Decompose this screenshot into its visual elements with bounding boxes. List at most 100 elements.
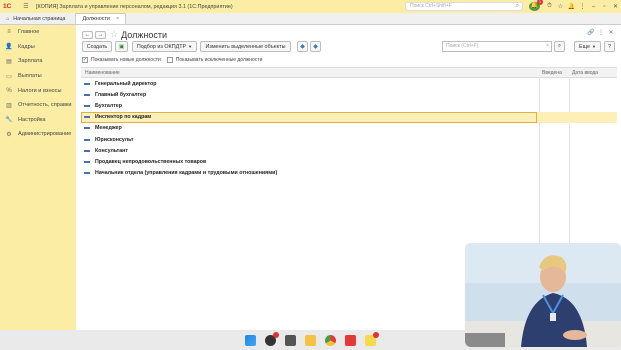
bell-icon[interactable]: 🔔 <box>566 3 577 10</box>
sidebar-item-salary[interactable]: ▤ Зарплата <box>0 54 76 69</box>
app-red-icon[interactable] <box>345 334 356 346</box>
sidebar-item-reports[interactable]: ▥ Отчетность, справки <box>0 98 76 113</box>
list-search-input[interactable]: Поиск (Ctrl+F) × <box>442 41 552 52</box>
more-icon[interactable]: ⋮ <box>596 29 606 36</box>
tab-home[interactable]: ⌂ Начальная страница <box>0 13 72 24</box>
tab-bar: ⌂ Начальная страница Должности × <box>0 13 621 25</box>
table-row[interactable]: Консультант <box>81 145 617 156</box>
clear-search-icon[interactable]: × <box>546 42 549 51</box>
row-name: Главный бухгалтер <box>95 91 147 98</box>
cash-icon: ▭ <box>6 73 12 80</box>
chevron-down-icon: ▼ <box>592 44 596 49</box>
sidebar: ≡ Главное 👤 Кадры ▤ Зарплата ▭ Выплаты % Нало… <box>0 25 76 330</box>
table-row[interactable]: Юрисконсульт <box>81 134 617 145</box>
windows-icon[interactable] <box>245 334 256 346</box>
notifications-icon[interactable]: 🔔 1 <box>529 0 543 11</box>
close-tab-icon[interactable]: × <box>116 16 119 22</box>
column-header-name[interactable]: Наименование <box>85 70 120 76</box>
taskbar-badge <box>273 331 279 338</box>
filters-row: ✓ Показывать новые должности Показывать … <box>82 56 262 64</box>
help-button[interactable]: ? <box>604 41 615 52</box>
okpdtr-button[interactable]: Подбор из ОКПДТР ▼ <box>132 41 197 52</box>
chrome-icon[interactable] <box>325 334 336 346</box>
sidebar-item-administration[interactable]: ⚙ Администрирование <box>0 127 76 142</box>
sidebar-item-personnel[interactable]: 👤 Кадры <box>0 40 76 55</box>
global-search-input[interactable]: Поиск Ctrl+Shift+F ⌕ <box>405 2 523 11</box>
table-row[interactable]: Главный бухгалтер <box>81 89 617 100</box>
app-title: [КОПИЯ] Зарплата и управление персоналом… <box>36 3 233 10</box>
move-up-icon[interactable]: ◆ <box>297 41 308 52</box>
minimize-icon[interactable]: – <box>588 4 599 10</box>
sidebar-item-label: Администрирование <box>18 131 72 138</box>
sidebar-item-main[interactable]: ≡ Главное <box>0 25 76 40</box>
close-icon[interactable]: ✕ <box>610 3 621 10</box>
row-marker-icon <box>84 127 90 130</box>
change-selected-button[interactable]: Изменить выделенные объекты <box>200 41 291 52</box>
row-marker-icon <box>84 93 90 96</box>
table-header: Наименование Введена Дата ввода <box>81 68 617 78</box>
row-marker-icon <box>84 82 90 85</box>
search-icon: ⌕ <box>557 43 562 49</box>
forward-button[interactable]: → <box>95 30 106 39</box>
row-name: Продавец непродовольственных товаров <box>95 158 207 165</box>
favorite-star-icon[interactable]: ☆ <box>110 29 118 40</box>
tab-positions-label: Должности <box>82 16 110 22</box>
search-icon[interactable] <box>265 331 279 346</box>
sidebar-item-taxes[interactable]: % Налоги и взносы <box>0 83 76 98</box>
webcam-overlay <box>465 243 621 347</box>
notification-badge: 1 <box>537 0 543 5</box>
close-form-icon[interactable]: ✕ <box>606 29 616 36</box>
row-marker-icon <box>84 160 90 163</box>
back-button[interactable]: ← <box>82 30 93 39</box>
row-name: Юрисконсульт <box>95 136 134 143</box>
more-label: Еще <box>579 43 590 50</box>
create-folder-icon[interactable]: ▣ <box>115 41 128 52</box>
wrench-icon: 🔧 <box>5 117 13 124</box>
sidebar-item-label: Отчетность, справки <box>18 102 72 109</box>
1c-logo: 1С <box>3 3 12 10</box>
column-header-introduced[interactable]: Введена <box>542 70 562 76</box>
show-excluded-checkbox[interactable] <box>166 57 173 63</box>
create-button[interactable]: Создать <box>82 41 112 52</box>
row-name: Бухгалтер <box>95 102 122 109</box>
table-row[interactable]: Продавец непродовольственных товаров <box>81 156 617 167</box>
tab-positions[interactable]: Должности × <box>75 13 127 24</box>
table-row[interactable]: Менеджер <box>81 123 617 134</box>
1c-icon[interactable] <box>365 331 379 346</box>
history-icon[interactable]: ⏱ <box>544 3 555 10</box>
wallet-icon: ▤ <box>6 58 12 65</box>
more-button[interactable]: Еще ▼ <box>574 41 601 52</box>
table-row[interactable]: Бухгалтер <box>81 100 617 111</box>
toolbar: Создать ▣ Подбор из ОКПДТР ▼ Изменить выд… <box>82 41 616 53</box>
table-row[interactable]: Начальник отдела (управления кадрами и т… <box>81 168 617 179</box>
search-button[interactable]: ⌕ <box>554 41 565 52</box>
app-icon[interactable] <box>285 334 296 346</box>
table-row[interactable]: Генеральный директор <box>81 78 617 89</box>
star-icon[interactable]: ☆ <box>555 3 566 10</box>
row-marker-icon <box>84 138 90 141</box>
maximize-icon[interactable]: ▫ <box>599 4 610 10</box>
list-search-placeholder: Поиск (Ctrl+F) <box>446 43 479 49</box>
show-excluded-label: Показывать исключенные должности <box>175 57 263 63</box>
sidebar-item-payments[interactable]: ▭ Выплаты <box>0 69 76 84</box>
sidebar-item-settings[interactable]: 🔧 Настройка <box>0 113 76 128</box>
chevron-down-icon: ▼ <box>188 44 193 49</box>
more-icon[interactable]: ⋮ <box>577 3 588 10</box>
sidebar-item-label: Главное <box>18 29 40 36</box>
title-bar: 1С ☰ [КОПИЯ] Зарплата и управление персо… <box>0 0 621 13</box>
menu-icon[interactable]: ☰ <box>22 3 30 11</box>
search-icon[interactable]: ⌕ <box>516 3 519 10</box>
report-icon: ▥ <box>6 102 12 109</box>
move-down-icon[interactable]: ◆ <box>310 41 321 52</box>
link-icon[interactable]: 🔗 <box>586 29 596 36</box>
percent-icon: % <box>6 87 12 94</box>
table-row-selected[interactable]: Инспектор по кадрам <box>81 111 617 123</box>
sidebar-item-label: Выплаты <box>18 73 42 80</box>
explorer-icon[interactable] <box>305 334 316 346</box>
show-new-checkbox[interactable]: ✓ <box>82 57 88 63</box>
selected-cell-frame <box>81 111 537 123</box>
row-name: Генеральный директор <box>95 80 157 87</box>
person-icon: 👤 <box>5 44 13 51</box>
okpdtr-label: Подбор из ОКПДТР <box>136 43 187 50</box>
column-header-date[interactable]: Дата ввода <box>572 70 598 76</box>
